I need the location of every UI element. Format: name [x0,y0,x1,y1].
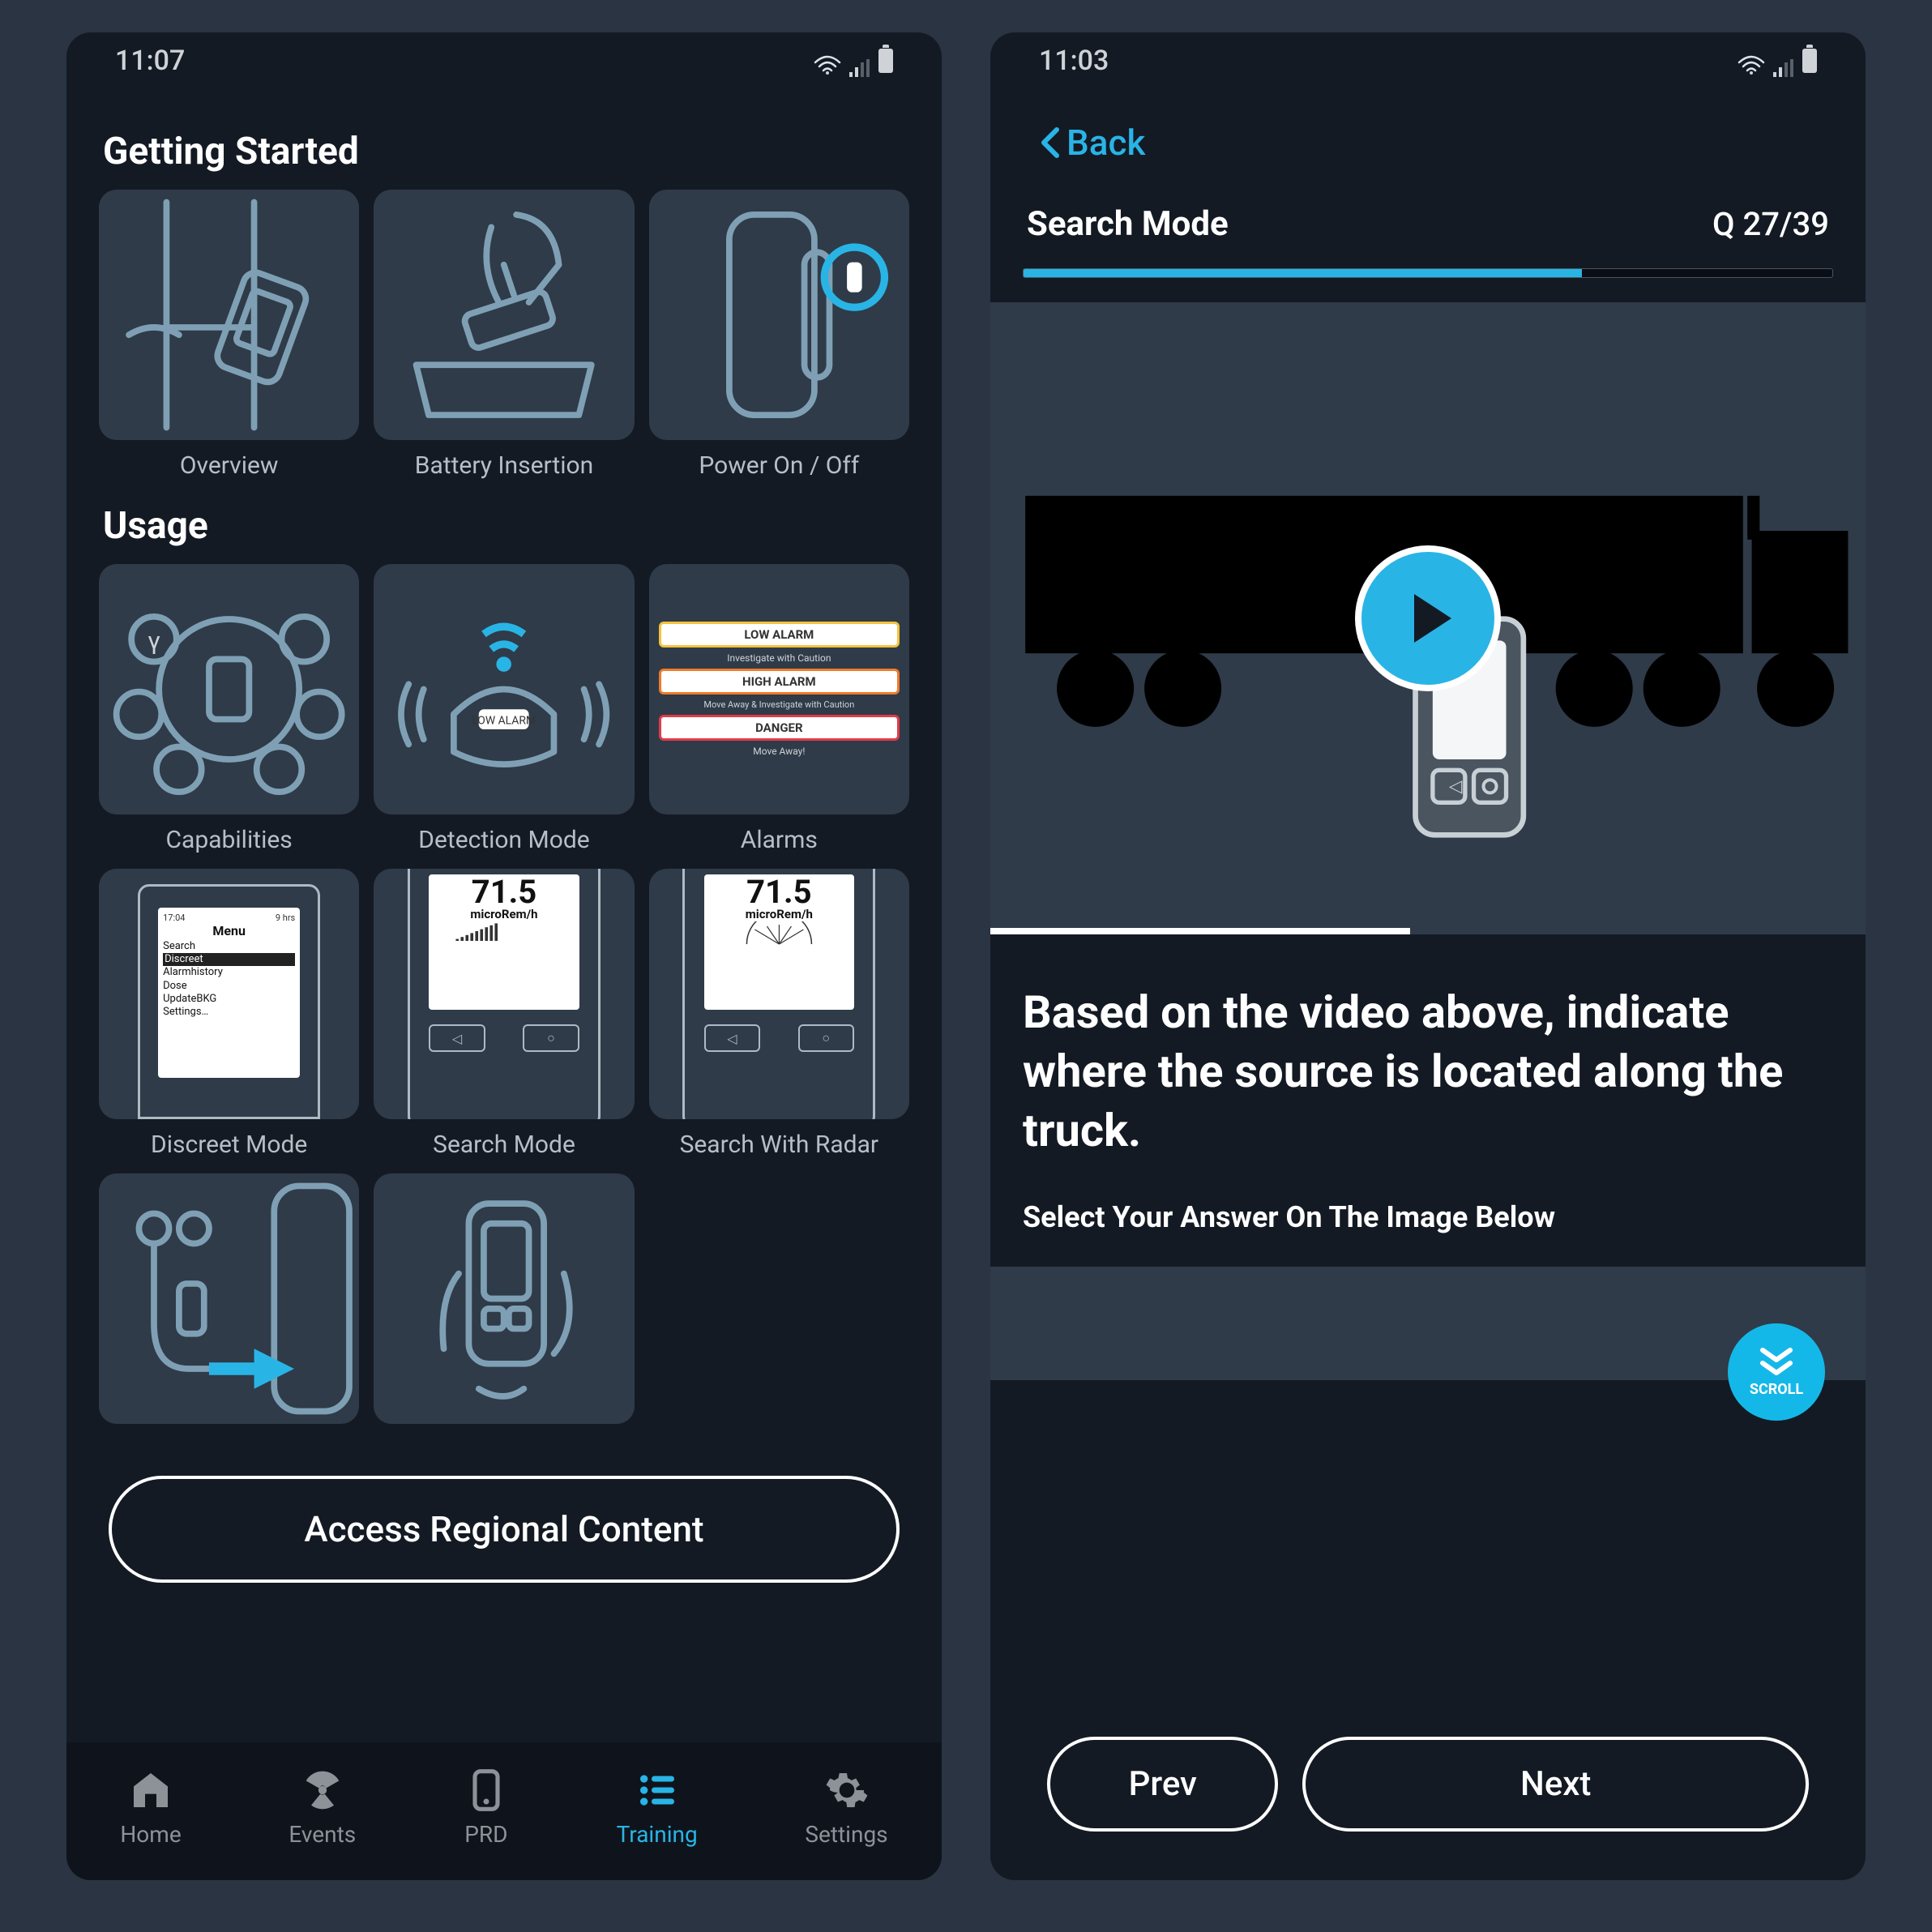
card-label: Overview [180,451,279,480]
status-bar: 11:07 [66,32,942,89]
answer-prompt: Select Your Answer On The Image Below [1023,1200,1833,1234]
section-title-getting-started: Getting Started [103,130,909,173]
card-label: Battery Insertion [415,451,593,480]
nav-events[interactable]: Events [289,1767,356,1848]
device-icon [464,1767,509,1813]
svg-text:γ: γ [147,626,160,656]
thumb-detection: LOW ALARM [374,564,634,814]
thumb-search-mode: 71.5 microRem/h ◁ ○ [374,869,634,1119]
card-label: Alarms [741,826,818,854]
bottom-nav: Home Events PRD Training Settings [66,1742,942,1880]
getting-started-grid: Overview Battery Insertion [99,190,909,480]
nav-settings[interactable]: Settings [805,1767,887,1848]
card-label: Power On / Off [699,451,859,480]
card-label: Search With Radar [680,1131,879,1159]
card-overview[interactable]: Overview [99,190,359,480]
video-player[interactable]: ◁ [990,302,1866,934]
battery-icon [1802,49,1817,73]
answer-image-area[interactable]: SCROLL [990,1267,1866,1380]
prev-button[interactable]: Prev [1047,1737,1278,1832]
quiz-header: Search Mode Q 27/39 [1023,188,1833,260]
card-capabilities[interactable]: γ Capabilities [99,564,359,854]
clock: 11:03 [1039,45,1109,77]
gear-icon [824,1767,870,1813]
thumb-overview [99,190,359,440]
card-search-mode[interactable]: 71.5 microRem/h ◁ ○ Search Mode [374,869,634,1159]
card-handheld[interactable] [374,1173,634,1435]
thumb-alarms: LOW ALARM Investigate with Caution HIGH … [649,564,909,814]
thumb-headphones [99,1173,359,1424]
card-label: Discreet Mode [151,1131,307,1159]
thumb-discreet: 17:049 hrs Menu Search Discreet Alarmhis… [99,869,359,1119]
thumb-capabilities: γ [99,564,359,814]
signal-icon [849,52,870,70]
progress-bar [1023,268,1833,278]
card-label: Detection Mode [418,826,589,854]
thumb-power [649,190,909,440]
access-regional-content-button[interactable]: Access Regional Content [109,1476,900,1583]
chevron-left-icon [1039,126,1060,159]
video-progress[interactable] [990,928,1410,934]
scroll-indicator[interactable]: SCROLL [1728,1323,1825,1421]
nav-home[interactable]: Home [120,1767,181,1848]
quiz-footer: Prev Next [1023,1696,1833,1880]
card-label: Search Mode [433,1131,575,1159]
card-alarms[interactable]: LOW ALARM Investigate with Caution HIGH … [649,564,909,854]
next-button[interactable]: Next [1302,1737,1809,1832]
wifi-icon [814,50,841,71]
question-text: Based on the video above, indicate where… [1023,983,1833,1160]
battery-icon [878,49,893,73]
list-icon [635,1767,680,1813]
status-bar: 11:03 [990,32,1866,89]
chevrons-down-icon [1758,1347,1795,1379]
training-content[interactable]: Getting Started Overview [66,89,942,1742]
card-power-on-off[interactable]: Power On / Off [649,190,909,480]
radiation-icon [300,1767,345,1813]
status-icons [814,49,893,73]
training-home-screen: 11:07 Getting Started [66,32,942,1880]
usage-grid: γ Capabilities LOW ALARM [99,564,909,1435]
play-button[interactable] [1355,545,1501,691]
signal-icon [1773,52,1794,70]
card-label: Capabilities [166,826,293,854]
card-search-with-radar[interactable]: 71.5 microRem/h ◁ ○ Search With Radar [649,869,909,1159]
question-counter: Q 27/39 [1712,205,1829,243]
clock: 11:07 [115,45,185,77]
card-detection-mode[interactable]: LOW ALARM Detection Mode [374,564,634,854]
status-icons [1738,49,1817,73]
thumb-battery [374,190,634,440]
back-button[interactable]: Back [1023,89,1833,188]
wifi-icon [1738,50,1765,71]
card-discreet-mode[interactable]: 17:049 hrs Menu Search Discreet Alarmhis… [99,869,359,1159]
quiz-question-screen: 11:03 Back Search Mode Q 27/39 [990,32,1866,1880]
nav-prd[interactable]: PRD [464,1767,509,1848]
card-battery-insertion[interactable]: Battery Insertion [374,190,634,480]
home-icon [128,1767,173,1813]
thumb-handheld [374,1173,634,1424]
thumb-search-radar: 71.5 microRem/h ◁ ○ [649,869,909,1119]
progress-fill [1024,269,1582,277]
svg-text:LOW ALARM: LOW ALARM [472,715,536,728]
section-title-usage: Usage [103,504,909,548]
quiz-content[interactable]: Back Search Mode Q 27/39 [990,89,1866,1880]
nav-training[interactable]: Training [617,1767,698,1848]
quiz-title: Search Mode [1027,204,1229,244]
svg-text:◁: ◁ [1449,776,1463,797]
card-headphones[interactable] [99,1173,359,1435]
